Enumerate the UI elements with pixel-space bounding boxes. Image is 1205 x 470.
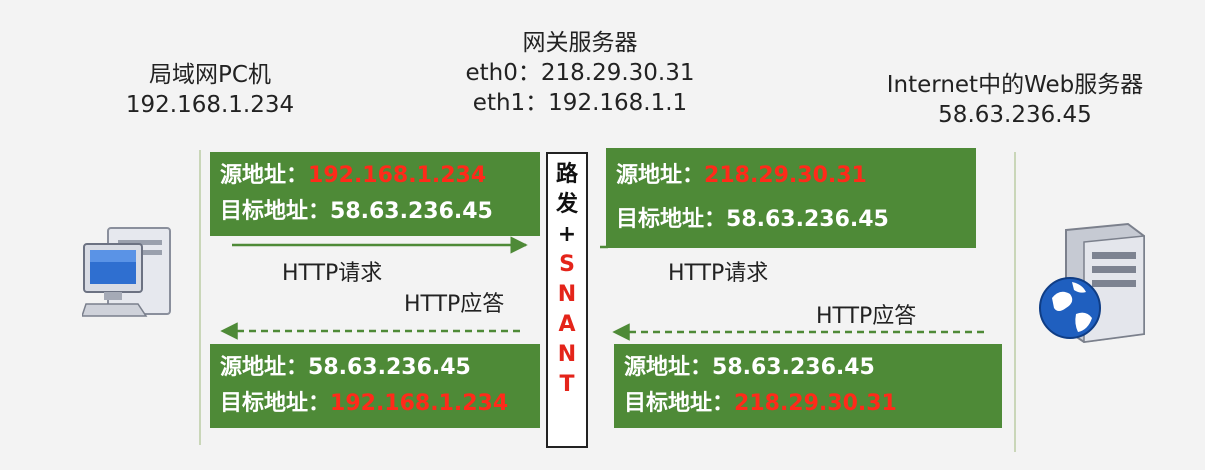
left-request-label: HTTP请求	[282, 261, 383, 286]
router-char-2: 发	[555, 192, 578, 217]
router-char-1: 路	[555, 162, 578, 187]
left-response-label: HTTP应答	[404, 292, 505, 317]
snat-diagram: 局域网PC机 192.168.1.234 网关服务器 eth0：218.29.3…	[0, 0, 1205, 470]
right-request-label: HTTP请求	[668, 261, 769, 286]
flow-arrows	[220, 236, 984, 341]
router-snat-box: 路 发 + S N A N T	[546, 152, 588, 448]
router-char-s: S	[559, 252, 575, 277]
router-char-a: A	[558, 312, 576, 337]
router-char-n1: N	[557, 282, 577, 307]
router-char-plus: +	[557, 222, 577, 247]
router-char-n2: N	[557, 342, 577, 367]
right-response-label: HTTP应答	[816, 304, 917, 329]
router-char-t: T	[559, 372, 575, 397]
